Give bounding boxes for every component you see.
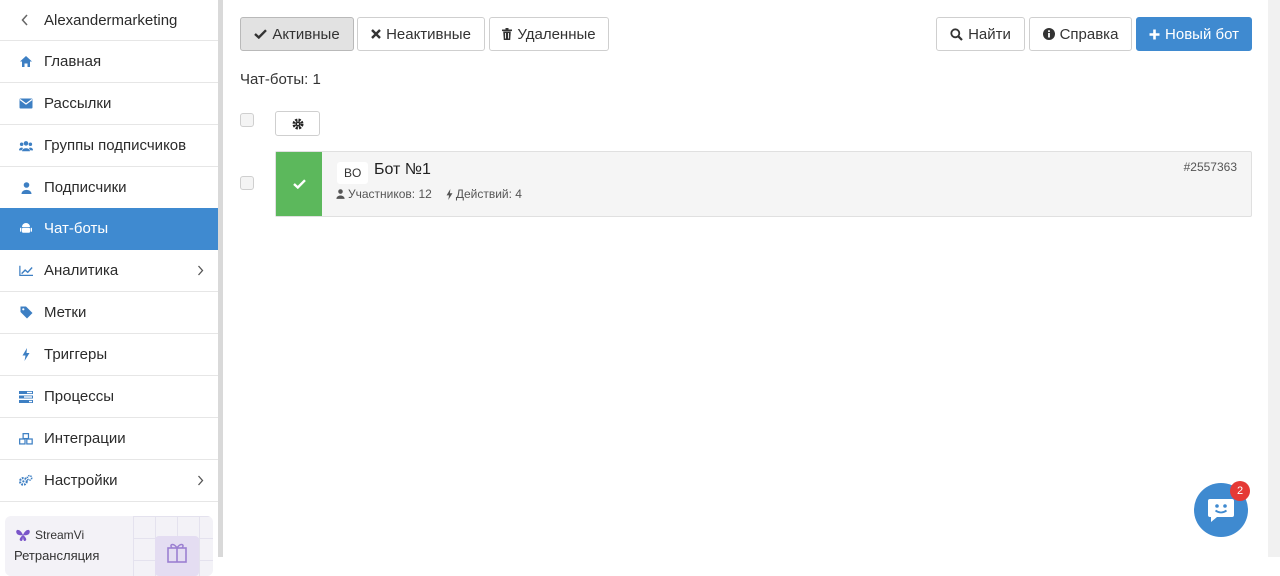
filter-inactive-label: Неактивные bbox=[386, 25, 471, 43]
filter-active-label: Активные bbox=[272, 25, 340, 43]
bulk-actions-button[interactable] bbox=[275, 111, 320, 136]
sidebar-item-mailings[interactable]: Рассылки bbox=[0, 83, 218, 125]
search-icon bbox=[950, 27, 963, 41]
sidebar-item-analytics[interactable]: Аналитика bbox=[0, 250, 218, 292]
sidebar-item-label: Метки bbox=[44, 304, 87, 321]
trash-icon bbox=[502, 28, 513, 40]
account-back-link[interactable]: Alexandermarketing bbox=[0, 0, 218, 41]
sidebar-item-label: Настройки bbox=[44, 472, 118, 489]
sidebar-item-triggers[interactable]: Триггеры bbox=[0, 334, 218, 376]
sidebar-item-chatbots[interactable]: Чат-боты bbox=[0, 208, 218, 250]
gear-icon bbox=[292, 118, 303, 129]
chat-widget-button[interactable]: 2 bbox=[1194, 481, 1250, 537]
bot-meta: Участников: 12 Действий: 4 bbox=[336, 187, 522, 201]
sidebar-item-subscriber-groups[interactable]: Группы подписчиков bbox=[0, 125, 218, 167]
gift-icon bbox=[155, 536, 199, 576]
bot-row-checkbox[interactable] bbox=[240, 176, 254, 190]
cubes-icon bbox=[19, 432, 33, 446]
times-icon bbox=[371, 29, 381, 39]
envelope-icon bbox=[19, 97, 33, 111]
cogs-icon bbox=[19, 474, 33, 488]
search-button[interactable]: Найти bbox=[936, 17, 1025, 51]
unread-count-badge: 2 bbox=[1230, 481, 1250, 501]
sidebar: Alexandermarketing Главная Рассылки Груп… bbox=[0, 0, 218, 576]
info-circle-icon bbox=[1042, 28, 1055, 40]
streamvi-logo: StreamVi bbox=[15, 528, 84, 542]
sidebar-scrollbar[interactable] bbox=[218, 0, 223, 557]
bolt-icon bbox=[446, 188, 453, 200]
search-label: Найти bbox=[968, 25, 1011, 43]
account-name: Alexandermarketing bbox=[44, 11, 178, 29]
chevron-right-icon bbox=[197, 473, 204, 489]
android-icon bbox=[19, 222, 33, 236]
bot-name[interactable]: Бот №1 bbox=[374, 161, 431, 179]
bot-avatar-badge: BO bbox=[337, 162, 369, 184]
chevron-left-icon bbox=[18, 13, 32, 27]
sidebar-item-tags[interactable]: Метки bbox=[0, 292, 218, 334]
sidebar-item-home[interactable]: Главная bbox=[0, 41, 218, 83]
bot-participants-text: Участников: 12 bbox=[348, 187, 432, 201]
sidebar-item-label: Рассылки bbox=[44, 95, 112, 112]
filter-deleted-label: Удаленные bbox=[517, 25, 596, 43]
bot-actions: Действий: 4 bbox=[446, 187, 522, 201]
bot-id: #2557363 bbox=[1183, 160, 1237, 174]
chevron-right-icon bbox=[197, 263, 204, 279]
bot-actions-text: Действий: 4 bbox=[455, 187, 522, 201]
sidebar-item-subscribers[interactable]: Подписчики bbox=[0, 167, 218, 209]
sidebar-item-label: Интеграции bbox=[44, 430, 126, 447]
bolt-icon bbox=[19, 348, 33, 362]
help-button[interactable]: Справка bbox=[1029, 17, 1132, 51]
chat-smile-icon bbox=[1208, 499, 1234, 522]
plus-icon bbox=[1149, 29, 1160, 39]
user-icon bbox=[19, 181, 33, 195]
select-all-checkbox[interactable] bbox=[240, 113, 254, 127]
new-bot-label: Новый бот bbox=[1165, 25, 1239, 43]
filter-inactive-button[interactable]: Неактивные bbox=[357, 17, 485, 51]
promo-brand: StreamVi bbox=[35, 528, 85, 542]
sidebar-item-label: Триггеры bbox=[44, 346, 108, 363]
filter-active-button[interactable]: Активные bbox=[240, 17, 354, 51]
sidebar-item-settings[interactable]: Настройки bbox=[0, 460, 218, 502]
sidebar-item-label: Чат-боты bbox=[44, 220, 109, 237]
sidebar-item-label: Главная bbox=[44, 53, 102, 70]
streamvi-promo[interactable]: StreamVi Ретрансляция bbox=[5, 516, 213, 576]
user-icon bbox=[336, 189, 345, 199]
promo-subtitle: Ретрансляция bbox=[14, 548, 100, 563]
sidebar-item-label: Подписчики bbox=[44, 179, 127, 196]
users-icon bbox=[19, 139, 33, 153]
bot-participants: Участников: 12 bbox=[336, 187, 432, 201]
filter-deleted-button[interactable]: Удаленные bbox=[489, 17, 609, 51]
tag-icon bbox=[19, 306, 33, 320]
butterfly-icon bbox=[16, 529, 30, 542]
bot-status-active[interactable] bbox=[276, 152, 322, 216]
page-scrollbar[interactable] bbox=[1268, 0, 1280, 557]
chart-line-icon bbox=[19, 264, 33, 278]
bots-count: Чат-боты: 1 bbox=[240, 71, 321, 88]
sidebar-item-label: Процессы bbox=[44, 388, 115, 405]
tasks-icon bbox=[19, 390, 33, 404]
new-bot-button[interactable]: Новый бот bbox=[1136, 17, 1252, 51]
sidebar-item-label: Аналитика bbox=[44, 262, 119, 279]
sidebar-item-processes[interactable]: Процессы bbox=[0, 376, 218, 418]
sidebar-item-label: Группы подписчиков bbox=[44, 137, 187, 154]
home-icon bbox=[19, 55, 33, 69]
check-icon bbox=[292, 179, 306, 189]
sidebar-item-integrations[interactable]: Интеграции bbox=[0, 418, 218, 460]
check-icon bbox=[254, 29, 268, 39]
bot-card[interactable]: BO Бот №1 #2557363 Участников: 12 Действ… bbox=[275, 151, 1252, 217]
help-label: Справка bbox=[1059, 25, 1119, 43]
